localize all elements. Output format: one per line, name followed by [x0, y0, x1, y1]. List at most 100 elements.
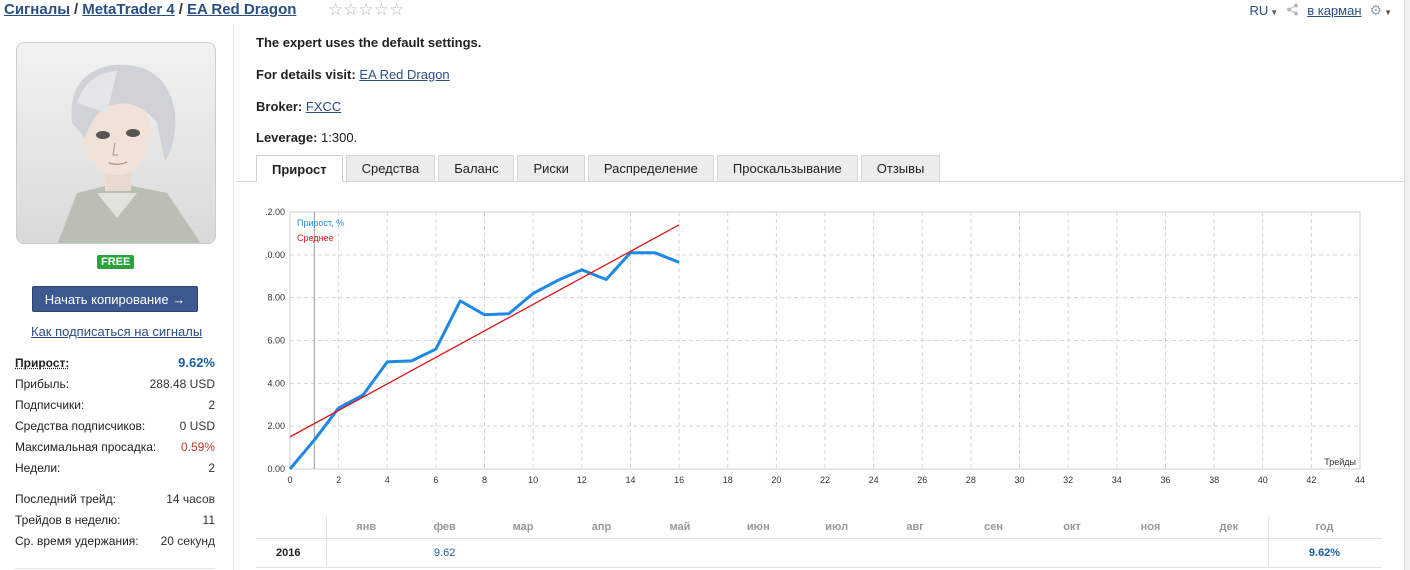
- stat-row-trades-per-week: Трейдов в неделю: 11: [15, 509, 215, 530]
- stat-label: Максимальная просадка:: [15, 439, 157, 454]
- stat-label: Ср. время удержания:: [15, 533, 139, 548]
- stat-label: Средства подписчиков:: [15, 418, 146, 433]
- tab-distribution[interactable]: Распределение: [587, 155, 714, 181]
- how-to-subscribe-link[interactable]: Как подписаться на сигналы: [31, 324, 202, 339]
- top-bar: Сигналы / MetaTrader 4/EA Red Dragon ☆☆☆☆☆…: [0, 0, 1410, 24]
- tab-reviews[interactable]: Отзывы: [860, 155, 941, 181]
- x-tick-label: 36: [1160, 475, 1170, 485]
- growth-chart-svg: 0.002.004.006.008.0010.0012.000246810121…: [262, 207, 1365, 485]
- legend-entry: Среднее: [297, 233, 334, 243]
- monthly-table-header: янв фев мар апр май июн июл авг сен окт ноя дек год: [256, 516, 1382, 538]
- x-tick-label: 16: [674, 475, 684, 485]
- rating-stars[interactable]: ☆☆☆☆☆: [328, 0, 404, 20]
- legend-entry: Прирост, %: [297, 218, 344, 228]
- chart-tabs: Прирост Средства Баланс Риски Распределе…: [256, 155, 941, 182]
- x-tick-label: 40: [1258, 475, 1268, 485]
- x-tick-label: 22: [820, 475, 830, 485]
- stat-row-avg-holding-time: Ср. время удержания: 20 секунд: [15, 530, 215, 551]
- stat-value: 20 секунд: [160, 533, 215, 548]
- signal-stats: Прирост: 9.62% Прибыль: 288.48 USD Подпи…: [15, 352, 215, 551]
- stat-value: 2: [208, 460, 215, 475]
- month-header: июл: [825, 521, 849, 533]
- start-copying-button[interactable]: Начать копирование →: [32, 286, 198, 312]
- x-tick-label: 44: [1355, 475, 1365, 485]
- month-header: ноя: [1140, 521, 1161, 533]
- breadcrumb-metatrader[interactable]: MetaTrader 4: [82, 1, 175, 18]
- x-tick-label: 30: [1015, 475, 1025, 485]
- x-tick-label: 32: [1063, 475, 1073, 485]
- avatar: [16, 42, 216, 244]
- language-selector[interactable]: RU ▼: [1250, 3, 1279, 18]
- x-tick-label: 14: [625, 475, 635, 485]
- month-header: апр: [591, 521, 612, 533]
- stat-value: 0 USD: [179, 418, 215, 433]
- x-tick-label: 20: [771, 475, 781, 485]
- x-tick-label: 24: [869, 475, 879, 485]
- pocket-link[interactable]: в карман: [1307, 3, 1361, 18]
- stat-value: 0.59%: [180, 439, 215, 454]
- breadcrumb-separator: /: [74, 1, 79, 18]
- settings-menu[interactable]: ⚙ ▼: [1370, 2, 1392, 19]
- x-tick-label: 12: [577, 475, 587, 485]
- x-tick-label: 10: [528, 475, 538, 485]
- month-header: мар: [512, 521, 534, 533]
- tab-risks[interactable]: Риски: [517, 155, 585, 181]
- gear-icon: ⚙: [1369, 2, 1383, 18]
- divider: [15, 568, 215, 569]
- month-header: дек: [1219, 521, 1239, 533]
- breadcrumb-signals[interactable]: Сигналы: [4, 1, 70, 18]
- growth-chart: 0.002.004.006.008.0010.0012.000246810121…: [262, 202, 1376, 502]
- monthly-table: янв фев мар апр май июн июл авг сен окт ноя дек год…: [256, 516, 1382, 568]
- tab-slippage[interactable]: Проскальзывание: [716, 155, 858, 181]
- stat-row-max-drawdown: Максимальная просадка: 0.59%: [15, 436, 215, 457]
- x-tick-label: 6: [433, 475, 438, 485]
- breadcrumb-signal-name[interactable]: EA Red Dragon: [187, 1, 296, 18]
- broker-line: Broker: FXCC: [256, 99, 341, 114]
- stat-row-weeks: Недели: 2: [15, 457, 215, 478]
- stat-value: 11: [202, 512, 215, 527]
- share-icon[interactable]: [1286, 3, 1299, 19]
- chevron-down-icon: ▼: [1384, 8, 1392, 17]
- tab-equity[interactable]: Средства: [345, 155, 436, 181]
- x-tick-label: 28: [966, 475, 976, 485]
- year-total-header: год: [1268, 516, 1380, 538]
- breadcrumb-separator: /: [178, 1, 183, 18]
- stat-label: Трейдов в неделю:: [15, 512, 121, 527]
- month-header: сен: [984, 521, 1004, 533]
- stat-label: Прибыль:: [15, 376, 70, 391]
- top-right-tools: RU ▼ в карман ⚙ ▼: [1250, 2, 1393, 19]
- month-values: 9.62: [326, 539, 1268, 567]
- stat-row-last-trade: Последний трейд: 14 часов: [15, 488, 215, 509]
- details-link[interactable]: EA Red Dragon: [359, 67, 449, 82]
- stat-row-subscribers: Подписчики: 2: [15, 394, 215, 415]
- stat-value: 2: [208, 397, 215, 412]
- x-tick-label: 4: [385, 475, 390, 485]
- main-content: The expert uses the default settings. Fo…: [236, 24, 1404, 570]
- month-headers: янв фев мар апр май июн июл авг сен окт ноя дек: [326, 516, 1268, 538]
- x-axis-label: Трейды: [1324, 457, 1356, 467]
- y-tick-label: 8.00: [267, 293, 285, 303]
- stat-label: Последний трейд:: [15, 491, 116, 506]
- details-line: For details visit: EA Red Dragon: [256, 67, 450, 82]
- y-tick-label: 4.00: [267, 378, 285, 388]
- leverage-value: 1:300.: [321, 130, 358, 145]
- broker-link[interactable]: FXCC: [306, 99, 341, 114]
- y-tick-label: 12.00: [266, 207, 285, 217]
- month-header: янв: [356, 521, 377, 533]
- chevron-down-icon: ▼: [1270, 8, 1279, 17]
- x-tick-label: 2: [336, 475, 341, 485]
- month-value: 9.62: [433, 547, 456, 559]
- tab-balance[interactable]: Баланс: [438, 155, 515, 181]
- scrollbar[interactable]: [1404, 0, 1410, 570]
- month-header: июн: [746, 521, 770, 533]
- x-tick-label: 26: [917, 475, 927, 485]
- stat-label[interactable]: Прирост:: [15, 356, 69, 370]
- stat-label: Подписчики:: [15, 397, 85, 412]
- x-tick-label: 0: [287, 475, 292, 485]
- breadcrumb: Сигналы / MetaTrader 4/EA Red Dragon: [4, 1, 296, 18]
- language-label: RU: [1249, 3, 1269, 18]
- tab-growth[interactable]: Прирост: [256, 155, 343, 182]
- month-header: окт: [1063, 521, 1081, 533]
- x-tick-label: 38: [1209, 475, 1219, 485]
- month-header: авг: [906, 521, 924, 533]
